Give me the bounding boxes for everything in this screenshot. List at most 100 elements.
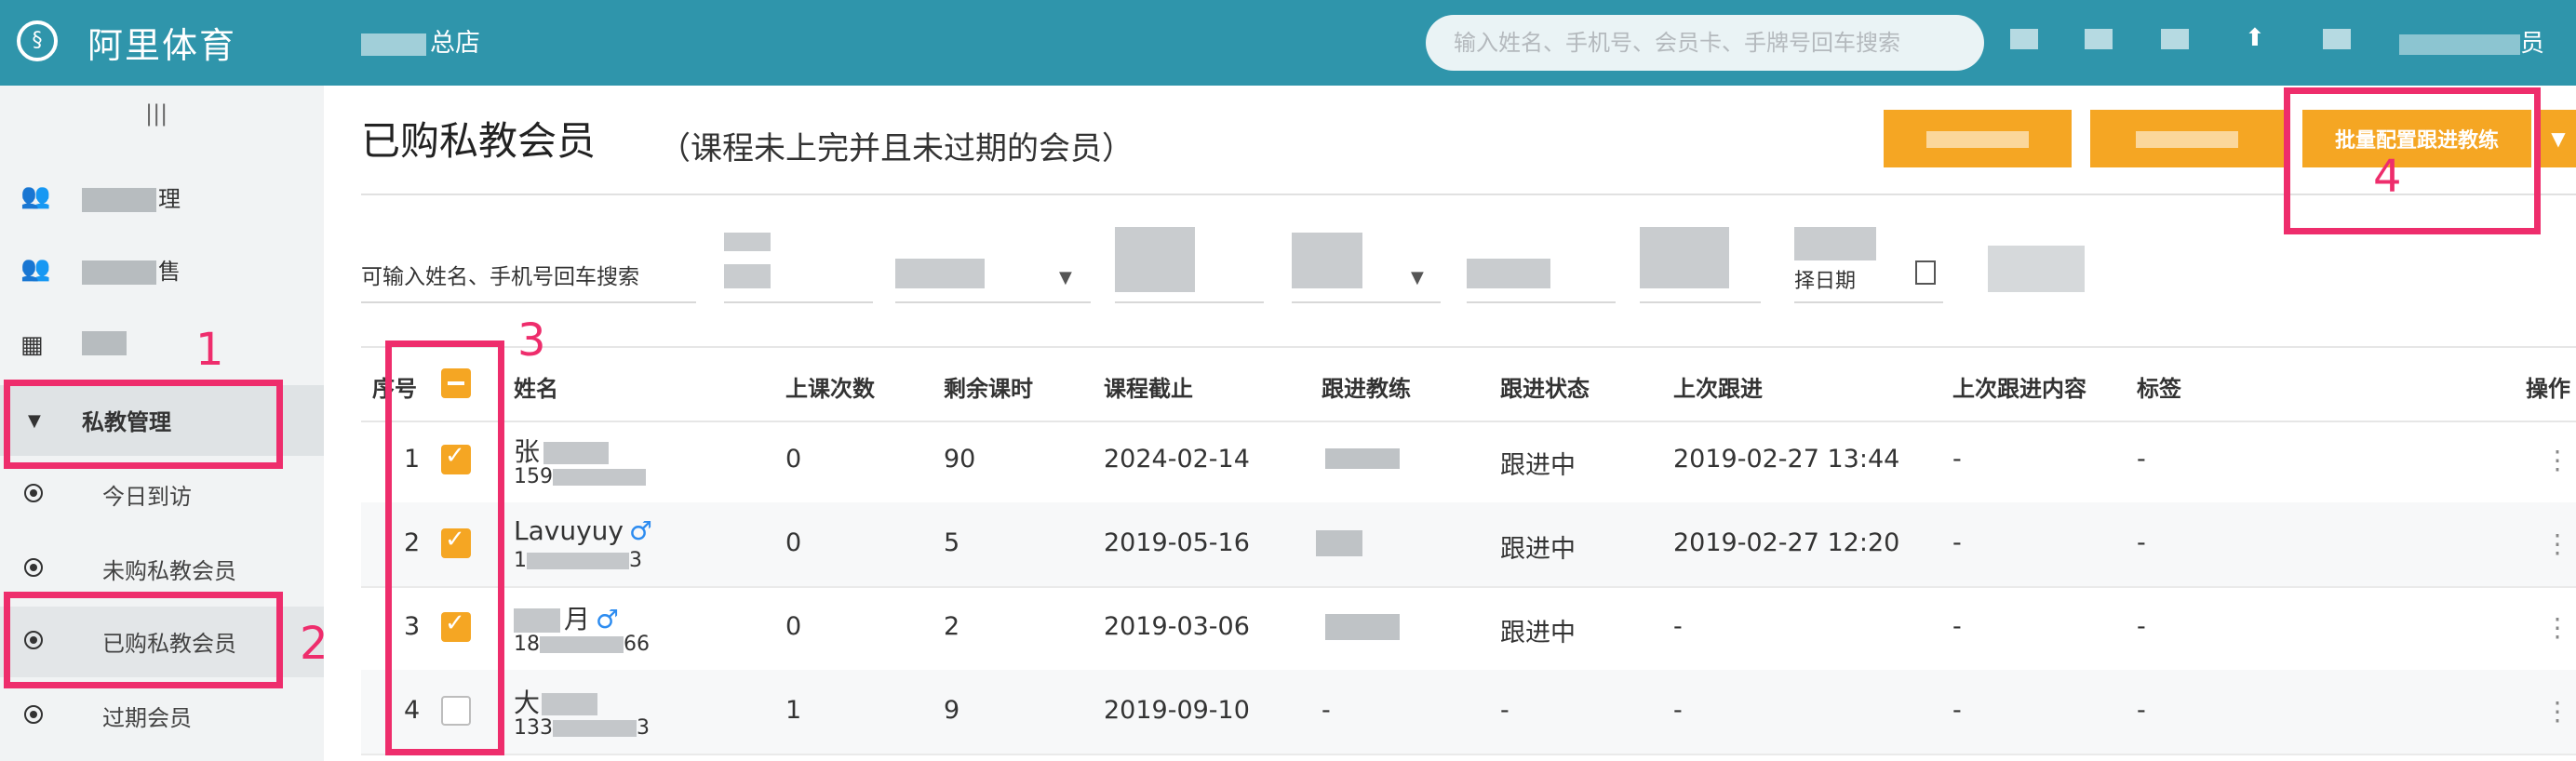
more-vertical-icon[interactable]: ⋮ [2544, 528, 2570, 559]
sidebar-item-schedule[interactable]: ▦ [0, 311, 324, 381]
annotation-box-4 [2284, 87, 2541, 234]
batch-action-button-1[interactable] [1884, 110, 2072, 167]
label-blurred [82, 260, 156, 285]
filter-underline [895, 301, 1091, 303]
calendar-icon[interactable] [1915, 260, 1936, 285]
table-row[interactable]: 2 Lavuyuy♂ 13 0 5 2019-05-16 跟进中 2019-02… [361, 502, 2576, 588]
toolbar-icon-3[interactable] [2161, 28, 2189, 56]
radio-dot-icon [24, 484, 43, 502]
radio-dot-icon [24, 705, 43, 724]
annotation-box-2 [4, 592, 283, 688]
coach-name-blurred [1316, 530, 1362, 556]
filter-label-blurred [1794, 227, 1876, 260]
button-label-blurred [1926, 130, 2029, 148]
member-phone-tail: 3 [629, 549, 642, 572]
member-phone-tail: 66 [624, 633, 650, 656]
sidebar-item-label: 今日到访 [102, 484, 192, 510]
member-name-text: 月 [564, 604, 591, 634]
column-header-actions: 操作 [2526, 376, 2570, 402]
filter-select-2[interactable] [895, 259, 985, 288]
label-blurred [82, 188, 156, 212]
last-follow-time: 2019-02-27 13:44 [1673, 445, 1900, 474]
filter-select-1[interactable] [724, 264, 771, 288]
users-icon: 👥 [20, 182, 51, 210]
follow-status: 跟进中 [1500, 535, 1576, 564]
member-phone-text: 1 [514, 549, 527, 572]
more-vertical-icon[interactable]: ⋮ [2544, 445, 2570, 475]
tags: - [2137, 612, 2146, 641]
table-row[interactable]: 3 月♂ 1866 0 2 2019-03-06 跟进中 - - - ⋮ [361, 586, 2576, 672]
phone-blurred [540, 636, 624, 653]
filter-select-6[interactable] [1640, 227, 1729, 288]
store-selector[interactable]: 总店 [361, 22, 480, 59]
store-suffix: 总店 [430, 29, 480, 58]
filter-underline [1794, 301, 1943, 303]
filter-underline [361, 301, 696, 303]
toolbar-icon-5[interactable] [2323, 28, 2351, 56]
sidebar-item-sales[interactable]: 👥 售 [0, 234, 324, 305]
table-row[interactable]: 4 大 133 3 1 9 2019-09-10 - - - - - ⋮ [361, 670, 2576, 755]
member-phone-text: 18 [514, 633, 540, 656]
filter-select-4[interactable] [1292, 233, 1362, 288]
member-phone: 13 [514, 549, 642, 572]
column-header-remaining: 剩余课时 [944, 376, 1033, 402]
member-name[interactable]: 大 [514, 683, 598, 720]
column-header-classes: 上课次数 [785, 376, 875, 402]
filter-select-5[interactable] [1467, 259, 1550, 288]
annotation-number-3: 3 [517, 314, 546, 367]
chevron-down-icon: ▼ [1059, 268, 1072, 287]
global-search-input[interactable] [1426, 15, 1984, 71]
radio-dot-icon [24, 558, 43, 577]
name-blurred [542, 693, 598, 715]
column-header-coach: 跟进教练 [1322, 376, 1411, 402]
sidebar-item-expired-members[interactable]: 过期会员 [0, 681, 324, 752]
annotation-box-1 [4, 380, 283, 469]
last-follow-content: - [1952, 696, 1962, 725]
table-header: 序号 姓名 上课次数 剩余课时 课程截止 跟进教练 跟进状态 上次跟进 上次跟进… [361, 346, 2576, 422]
member-name[interactable]: 张 [514, 432, 610, 469]
last-follow-time: - [1673, 696, 1683, 725]
batch-action-button-2[interactable] [2090, 110, 2284, 167]
phone-blurred [527, 553, 629, 569]
annotation-number-4: 4 [2373, 151, 2402, 203]
tags: - [2137, 696, 2146, 725]
date-filter-input[interactable]: 择日期 [1794, 264, 1856, 294]
toolbar-icon-1[interactable] [2010, 28, 2038, 56]
search-filter-input[interactable]: 可输入姓名、手机号回车搜索 [361, 259, 639, 290]
name-blurred [514, 608, 560, 633]
remaining-hours: 90 [944, 445, 976, 474]
filter-reset-button[interactable] [1988, 246, 2085, 292]
more-vertical-icon[interactable]: ⋮ [2544, 696, 2570, 727]
member-phone-text: 133 [514, 716, 553, 740]
button-label-blurred [2136, 130, 2238, 148]
member-name[interactable]: Lavuyuy ♂ [514, 515, 652, 546]
course-deadline: 2024-02-14 [1104, 445, 1250, 474]
toolbar-icon-2[interactable] [2085, 28, 2113, 56]
user-menu[interactable]: 员 [2399, 24, 2544, 59]
last-follow-time: 2019-02-27 12:20 [1673, 528, 1900, 557]
sidebar-item-member-management[interactable]: 👥 理 [0, 162, 324, 233]
filter-underline [724, 301, 873, 303]
sidebar-item-label: 过期会员 [102, 705, 192, 731]
sidebar-collapse-icon[interactable]: ||| [145, 100, 168, 127]
last-follow-content: - [1952, 445, 1962, 474]
sidebar-item-today-visits[interactable]: 今日到访 [0, 460, 324, 530]
ali-sports-logo-icon: § [17, 20, 58, 61]
class-count: 0 [785, 612, 802, 641]
phone-blurred [553, 469, 646, 486]
filter-label-blurred [724, 233, 771, 251]
column-header-tags: 标签 [2137, 376, 2181, 402]
upload-arrow-icon[interactable]: ⬆ [2245, 24, 2265, 52]
coach-name-blurred [1325, 448, 1400, 469]
table-row[interactable]: 1 张 159 0 90 2024-02-14 跟进中 2019-02-27 1… [361, 419, 2576, 504]
follow-status: - [1500, 696, 1509, 725]
filter-select-3[interactable] [1115, 227, 1195, 292]
more-actions-caret-icon[interactable]: ▼ [2541, 110, 2576, 167]
member-name[interactable]: 月 ♂ [514, 599, 619, 636]
label-blurred [82, 331, 127, 355]
member-phone-tail: 3 [637, 716, 650, 740]
annotation-box-3 [385, 340, 504, 755]
filter-underline [1292, 301, 1441, 303]
annotation-number-2: 2 [300, 618, 329, 670]
more-vertical-icon[interactable]: ⋮ [2544, 612, 2570, 643]
